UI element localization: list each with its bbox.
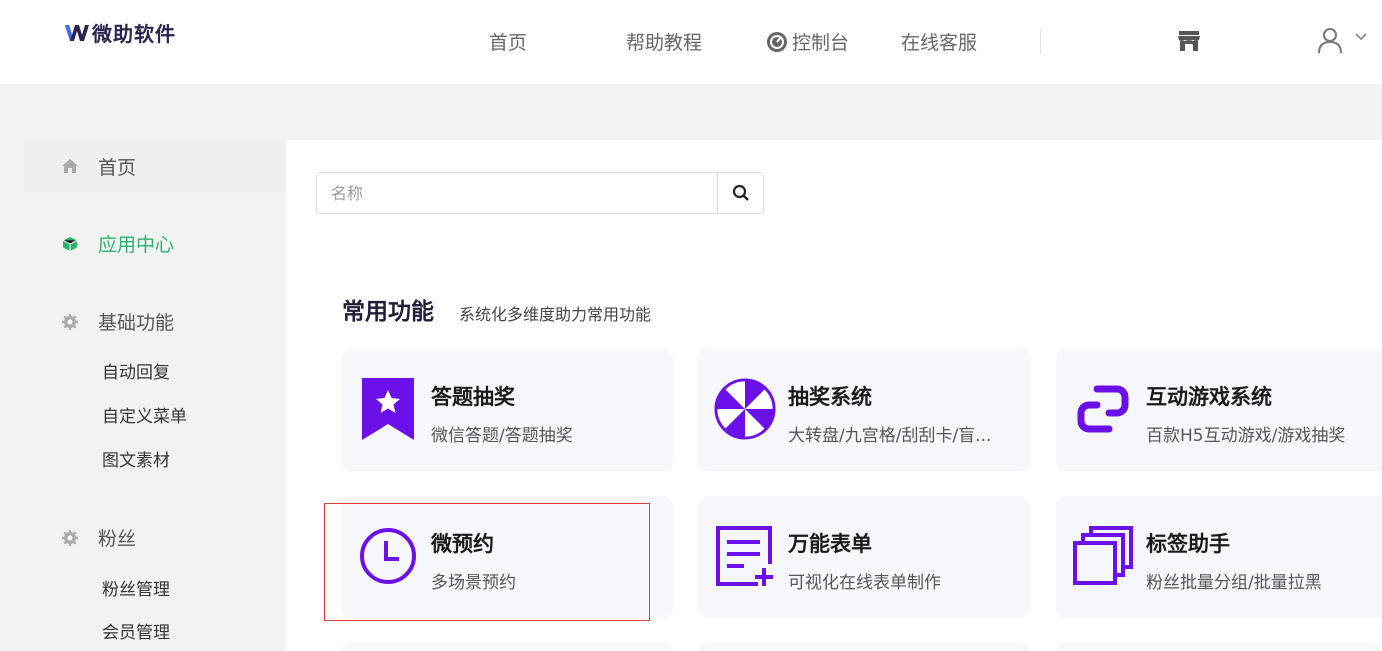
sidebar: 首页 应用中心 基础功能 自动回复 自定义菜单 图文素材 粉丝 粉丝管理 会员管… bbox=[24, 140, 286, 651]
sidebar-item-auto-reply[interactable]: 自动回复 bbox=[102, 358, 170, 383]
sidebar-item-custom-menu[interactable]: 自定义菜单 bbox=[102, 402, 187, 427]
app-card-partial bbox=[698, 643, 1030, 651]
card-title: 抽奖系统 bbox=[788, 385, 872, 409]
store-icon[interactable] bbox=[1176, 28, 1202, 54]
nav-help[interactable]: 帮助教程 bbox=[626, 28, 702, 55]
user-avatar-icon[interactable] bbox=[1316, 26, 1344, 54]
app-card-tag-assistant[interactable]: 标签助手 粉丝批量分组/批量拉黑 bbox=[1056, 496, 1382, 618]
form-icon bbox=[714, 524, 776, 588]
app-card-appointment[interactable]: 微预约 多场景预约 bbox=[341, 496, 673, 618]
section-title: 常用功能 bbox=[342, 299, 434, 325]
gauge-icon bbox=[767, 31, 787, 52]
app-card-universal-form[interactable]: 万能表单 可视化在线表单制作 bbox=[698, 496, 1030, 618]
search-icon bbox=[732, 184, 749, 201]
nav-service[interactable]: 在线客服 bbox=[901, 28, 977, 55]
nav-console-label: 控制台 bbox=[792, 32, 850, 54]
logo-text: 微助软件 bbox=[92, 22, 176, 46]
sidebar-home-label: 首页 bbox=[98, 156, 137, 179]
sidebar-fans-label: 粉丝 bbox=[98, 528, 137, 550]
sidebar-home-row: 首页 bbox=[60, 153, 136, 180]
nav-console[interactable]: 控制台 bbox=[766, 28, 849, 55]
ribbon-star-icon bbox=[357, 377, 419, 441]
clock-icon bbox=[357, 524, 419, 588]
stacked-squares-icon bbox=[1072, 524, 1134, 588]
logo[interactable]: 微助软件 bbox=[64, 18, 176, 47]
search-bar bbox=[316, 172, 764, 214]
link-chain-icon bbox=[1072, 377, 1134, 441]
app-card-partial bbox=[341, 643, 673, 651]
chevron-down-icon[interactable] bbox=[1354, 30, 1368, 44]
app-card-quiz-lottery[interactable]: 答题抽奖 微信答题/答题抽奖 bbox=[341, 349, 673, 471]
sidebar-item-member-manage[interactable]: 会员管理 bbox=[102, 618, 170, 643]
sidebar-item-materials[interactable]: 图文素材 bbox=[102, 446, 170, 471]
nav-divider bbox=[1040, 28, 1041, 54]
card-description: 大转盘/九宫格/刮刮卡/盲... bbox=[788, 426, 992, 446]
card-title: 微预约 bbox=[431, 532, 494, 556]
card-description: 粉丝批量分组/批量拉黑 bbox=[1146, 573, 1322, 593]
card-description: 可视化在线表单制作 bbox=[788, 573, 941, 593]
sidebar-item-app-center[interactable]: 应用中心 bbox=[60, 230, 174, 257]
search-input[interactable] bbox=[317, 173, 717, 213]
card-title: 互动游戏系统 bbox=[1146, 385, 1272, 409]
sidebar-item-fans[interactable]: 粉丝 bbox=[60, 524, 136, 551]
search-button[interactable] bbox=[717, 173, 763, 213]
sidebar-item-fans-manage[interactable]: 粉丝管理 bbox=[102, 575, 170, 600]
cube-icon bbox=[60, 234, 80, 254]
card-title: 万能表单 bbox=[788, 532, 872, 556]
main-content: 常用功能 系统化多维度助力常用功能 答题抽奖 微信答题/答题抽奖 抽奖系统 大转… bbox=[286, 140, 1382, 651]
logo-w-icon bbox=[65, 24, 89, 41]
sidebar-item-home[interactable]: 首页 bbox=[24, 140, 286, 192]
gear-icon bbox=[60, 312, 80, 332]
sidebar-app-center-label: 应用中心 bbox=[98, 234, 175, 256]
card-description: 百款H5互动游戏/游戏抽奖 bbox=[1146, 426, 1346, 446]
app-card-interactive-games[interactable]: 互动游戏系统 百款H5互动游戏/游戏抽奖 bbox=[1056, 349, 1382, 471]
home-icon bbox=[60, 156, 80, 176]
card-description: 微信答题/答题抽奖 bbox=[431, 426, 573, 446]
wheel-icon bbox=[714, 377, 776, 441]
app-card-lottery-system[interactable]: 抽奖系统 大转盘/九宫格/刮刮卡/盲... bbox=[698, 349, 1030, 471]
app-card-partial bbox=[1056, 643, 1382, 651]
section-subtitle: 系统化多维度助力常用功能 bbox=[459, 305, 652, 324]
card-title: 标签助手 bbox=[1146, 532, 1230, 556]
gear-icon bbox=[60, 528, 80, 548]
nav-home[interactable]: 首页 bbox=[489, 28, 527, 55]
sidebar-basic-label: 基础功能 bbox=[98, 312, 175, 334]
sidebar-item-basic[interactable]: 基础功能 bbox=[60, 308, 174, 335]
card-title: 答题抽奖 bbox=[431, 385, 515, 409]
card-description: 多场景预约 bbox=[431, 573, 516, 593]
top-header: 微助软件 首页 帮助教程 控制台 在线客服 bbox=[0, 0, 1382, 84]
